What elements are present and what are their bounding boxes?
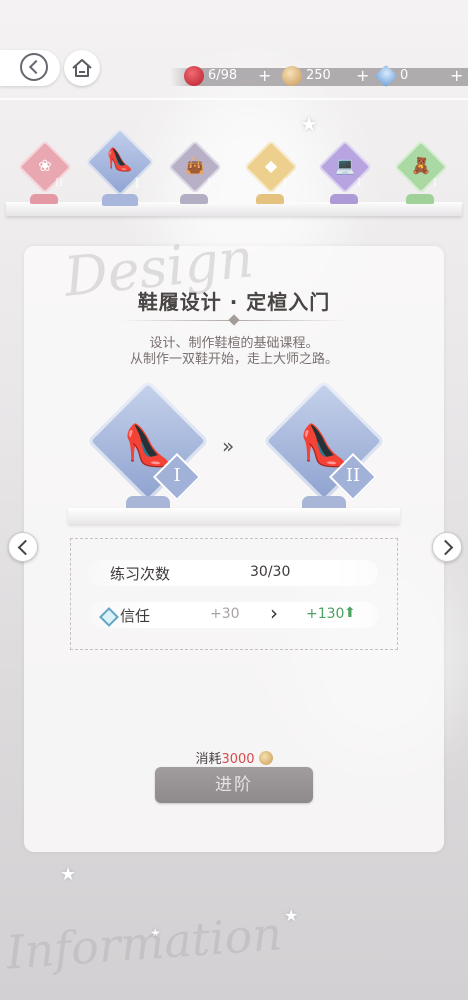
diamonds-value: 0 <box>400 68 409 83</box>
advance-button[interactable]: 进阶 <box>155 767 313 803</box>
trust-next-value: +130 <box>306 606 345 622</box>
next-course-button[interactable] <box>432 532 462 562</box>
back-button[interactable] <box>0 50 60 86</box>
category-toys[interactable]: 🧸 I <box>392 140 448 208</box>
category-clothing[interactable]: ❀ II <box>16 140 72 208</box>
stats-box <box>70 538 398 650</box>
category-bags[interactable]: 👜 I <box>166 140 222 208</box>
coin-icon <box>258 751 273 765</box>
cost-label: 消耗3000 <box>0 748 468 767</box>
badge-shelf <box>68 508 400 524</box>
badge-stand <box>30 194 58 204</box>
badge-stand <box>102 194 138 206</box>
handbag-icon: 👜 <box>185 156 205 175</box>
course-description-line2: 从制作一双鞋开始，走上大师之路。 <box>129 352 338 367</box>
arrow-up-icon: ⬆ <box>344 605 356 621</box>
gem-icon: ◆ <box>264 156 278 175</box>
badge-stand <box>406 194 434 204</box>
next-level: II <box>345 465 361 486</box>
resource-coins: 250 + <box>282 64 372 88</box>
practice-count-label: 练习次数 <box>110 565 171 583</box>
coins-value: 250 <box>306 68 331 83</box>
current-level-badge: 👠 I <box>86 380 210 516</box>
laptop-icon: 💻 <box>335 156 355 175</box>
practice-count-value: 30/30 <box>250 564 291 580</box>
badge-stand <box>330 194 358 204</box>
apple-icon <box>184 66 204 86</box>
diamond-icon <box>374 64 398 88</box>
cost-text: 消耗 <box>195 752 222 767</box>
star-icon: ★ <box>60 864 77 885</box>
top-bar: 6/98 + 250 + 0 + <box>0 40 468 100</box>
trust-label: 信任 <box>120 607 151 625</box>
category-level: I <box>207 178 211 189</box>
home-icon <box>72 59 92 77</box>
double-chevron-right-icon: » <box>222 434 235 458</box>
add-stamina-button[interactable]: + <box>258 64 271 88</box>
category-level: I <box>134 176 140 190</box>
top-divider <box>0 98 468 100</box>
category-level: I <box>357 178 361 189</box>
category-electronics[interactable]: 💻 I <box>316 140 372 208</box>
home-button[interactable] <box>64 50 100 86</box>
teddy-bear-icon: 🧸 <box>411 156 431 175</box>
badge-stand <box>180 194 208 204</box>
cost-amount: 3000 <box>221 752 255 767</box>
course-title: 鞋履设计 · 定楦入门 <box>137 290 331 314</box>
category-level: I <box>283 178 287 189</box>
star-icon: ★ <box>284 906 299 925</box>
chevron-right-icon: › <box>270 601 278 625</box>
trust-current-value: +30 <box>210 606 240 622</box>
category-level: I <box>433 178 437 189</box>
add-coins-button[interactable]: + <box>356 64 369 88</box>
previous-course-button[interactable] <box>8 532 38 562</box>
category-jewelry[interactable]: ◆ I <box>242 140 298 208</box>
decorative-watermark: Information <box>4 906 284 980</box>
coin-icon <box>282 66 302 86</box>
stamina-value: 6/98 <box>208 68 238 83</box>
resource-diamonds: 0 + <box>374 64 466 88</box>
back-icon <box>20 53 48 81</box>
badge-stand <box>256 194 284 204</box>
current-level: I <box>173 465 181 486</box>
category-shoes[interactable]: 👠 I <box>84 128 154 208</box>
high-heel-icon: 👠 <box>106 148 134 173</box>
category-level: II <box>55 178 63 189</box>
add-diamonds-button[interactable]: + <box>450 64 463 88</box>
star-icon: ★ <box>300 112 318 136</box>
resource-stamina: 6/98 + <box>184 64 274 88</box>
next-level-badge: 👠 II <box>262 380 386 516</box>
dress-icon: ❀ <box>38 156 52 175</box>
